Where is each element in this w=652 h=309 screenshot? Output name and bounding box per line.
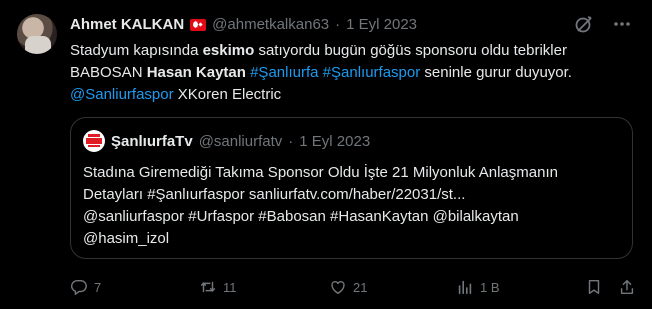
like-button[interactable]: 21 <box>329 278 367 296</box>
retweet-icon <box>200 281 216 293</box>
more-options-icon[interactable] <box>612 14 632 34</box>
tweet-text-part: XKoren Electric <box>173 86 282 103</box>
turkey-flag-icon <box>190 19 207 31</box>
author-handle[interactable]: @ahmetkalkan63 <box>212 16 329 33</box>
retweet-count: 11 <box>223 279 237 295</box>
quote-separator-dot: · <box>288 132 294 150</box>
action-bar: 7 11 21 1 B <box>70 278 640 298</box>
quote-line: @hasim_izol <box>83 230 170 247</box>
hashtag-sanliurfaspor[interactable]: #Şanlıurfaspor <box>323 64 421 81</box>
heart-icon <box>331 280 345 295</box>
quote-line: @sanliurfaspor #Urfaspor #Babosan #Hasan… <box>83 208 519 225</box>
share-button[interactable] <box>618 278 636 296</box>
reply-count: 7 <box>94 279 102 295</box>
tweet-text-part: Stadyum kapısında <box>70 42 203 59</box>
views-count: 1 B <box>480 279 500 295</box>
mention-sanliurfaspor[interactable]: @Sanliurfaspor <box>70 86 174 103</box>
header-icons <box>574 14 632 34</box>
quoted-tweet[interactable]: ŞanlıurfaTv @sanliurfatv · 1 Eyl 2023 St… <box>70 117 633 259</box>
quote-header: ŞanlıurfaTv @sanliurfatv · 1 Eyl 2023 <box>83 130 370 152</box>
retweet-button[interactable]: 11 <box>199 278 237 296</box>
separator-dot: · <box>335 15 341 33</box>
share-icon <box>620 279 634 295</box>
quote-line: Stadına Giremediği Takıma Sponsor Oldu İ… <box>83 164 558 181</box>
reply-button[interactable]: 7 <box>70 278 101 296</box>
tweet-text-part: seninle gurur duyuyor. <box>420 64 572 81</box>
reply-icon <box>71 279 87 295</box>
bookmark-icon <box>588 279 600 295</box>
tweet-bold-hasan-kaytan: Hasan Kaytan <box>146 64 246 81</box>
quote-avatar <box>83 130 105 152</box>
quote-text: Stadına Giremediği Takıma Sponsor Oldu İ… <box>83 162 623 250</box>
author-avatar[interactable] <box>17 14 57 54</box>
quote-date: 1 Eyl 2023 <box>299 132 371 150</box>
bookmark-button[interactable] <box>585 278 603 296</box>
hashtag-sanliurfa[interactable]: #Şanlıurfa <box>250 64 318 81</box>
author-name[interactable]: Ahmet KALKAN <box>70 16 184 33</box>
tweet-text: Stadyum kapısında eskimo satıyordu bugün… <box>70 40 640 106</box>
views-chart-icon <box>458 280 472 295</box>
tweet-card[interactable]: Ahmet KALKAN @ahmetkalkan63 · 1 Eyl 2023… <box>0 0 652 309</box>
like-count: 21 <box>353 279 368 295</box>
views-button[interactable]: 1 B <box>456 278 500 296</box>
quote-author-handle: @sanliurfatv <box>198 132 283 150</box>
tweet-bold-eskimo: eskimo <box>202 42 255 59</box>
tweet-header: Ahmet KALKAN @ahmetkalkan63 · 1 Eyl 2023 <box>70 14 632 34</box>
tweet-date[interactable]: 1 Eyl 2023 <box>346 16 417 33</box>
quote-line: Detayları #Şanlıurfaspor sanliurfatv.com… <box>83 186 466 203</box>
quote-author-name: ŞanlıurfaTv <box>111 132 193 150</box>
grok-icon[interactable] <box>574 14 594 34</box>
